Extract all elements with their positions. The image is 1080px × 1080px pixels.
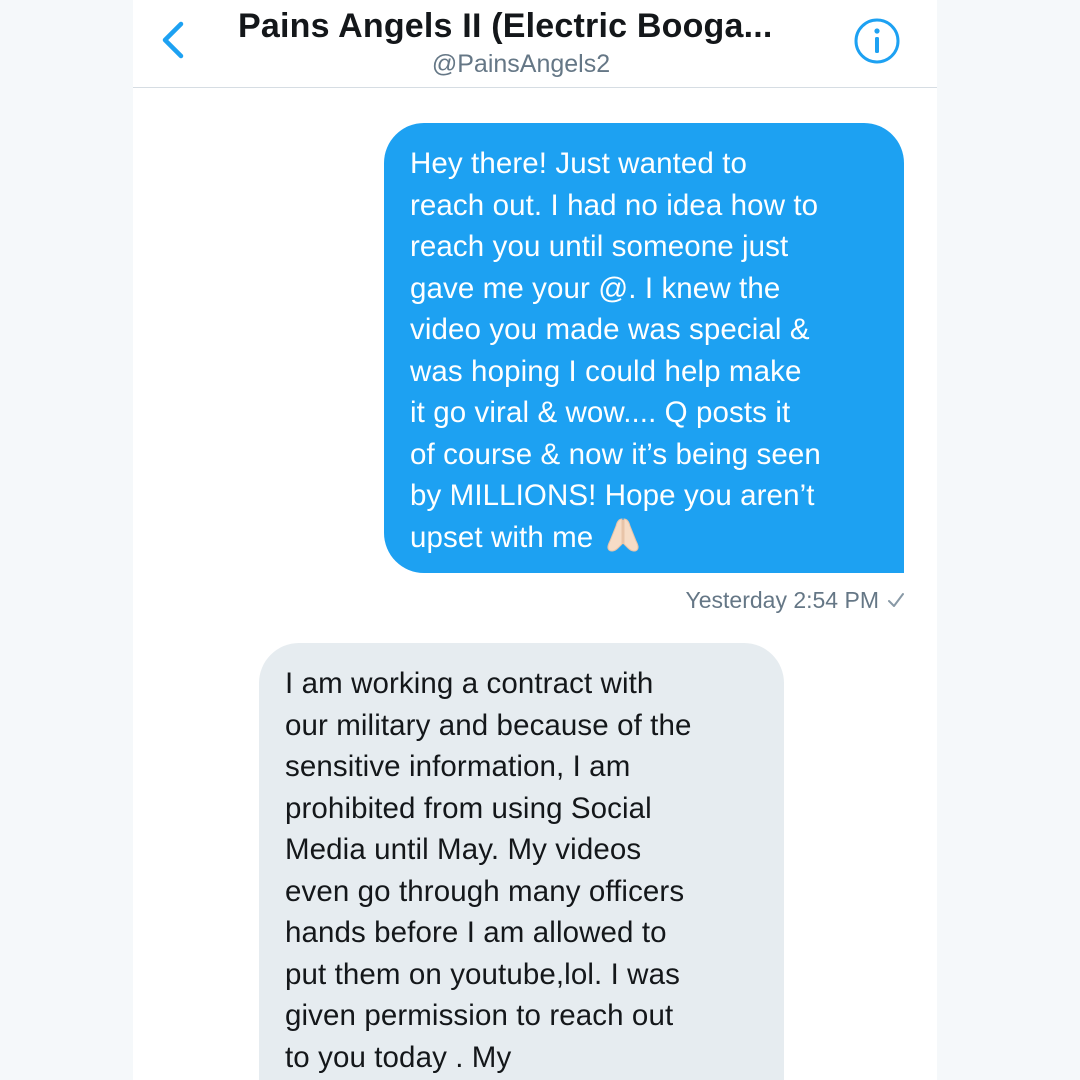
folded-hands-emoji-icon xyxy=(607,517,639,552)
conversation-handle: @PainsAngels2 xyxy=(431,50,611,78)
outgoing-message-text: Hey there! Just wanted to reach out. I h… xyxy=(410,147,821,554)
incoming-message-bubble[interactable]: I am working a contract with our militar… xyxy=(259,643,784,1080)
timestamp-text: Yesterday 2:54 PM xyxy=(685,587,880,613)
conversation-header: Pains Angels II (Electric Booga... @Pain… xyxy=(133,0,937,88)
incoming-message-text: I am working a contract with our militar… xyxy=(285,667,692,1074)
info-button[interactable] xyxy=(853,17,901,65)
conversation-title[interactable]: Pains Angels II (Electric Booga... xyxy=(238,6,838,46)
message-timestamp: Yesterday 2:54 PM xyxy=(553,585,905,615)
dm-conversation-screen: Pains Angels II (Electric Booga... @Pain… xyxy=(133,0,937,1080)
checkmark-icon xyxy=(888,593,904,607)
outgoing-message-bubble[interactable]: Hey there! Just wanted to reach out. I h… xyxy=(384,123,904,573)
info-circle-icon xyxy=(854,18,900,64)
